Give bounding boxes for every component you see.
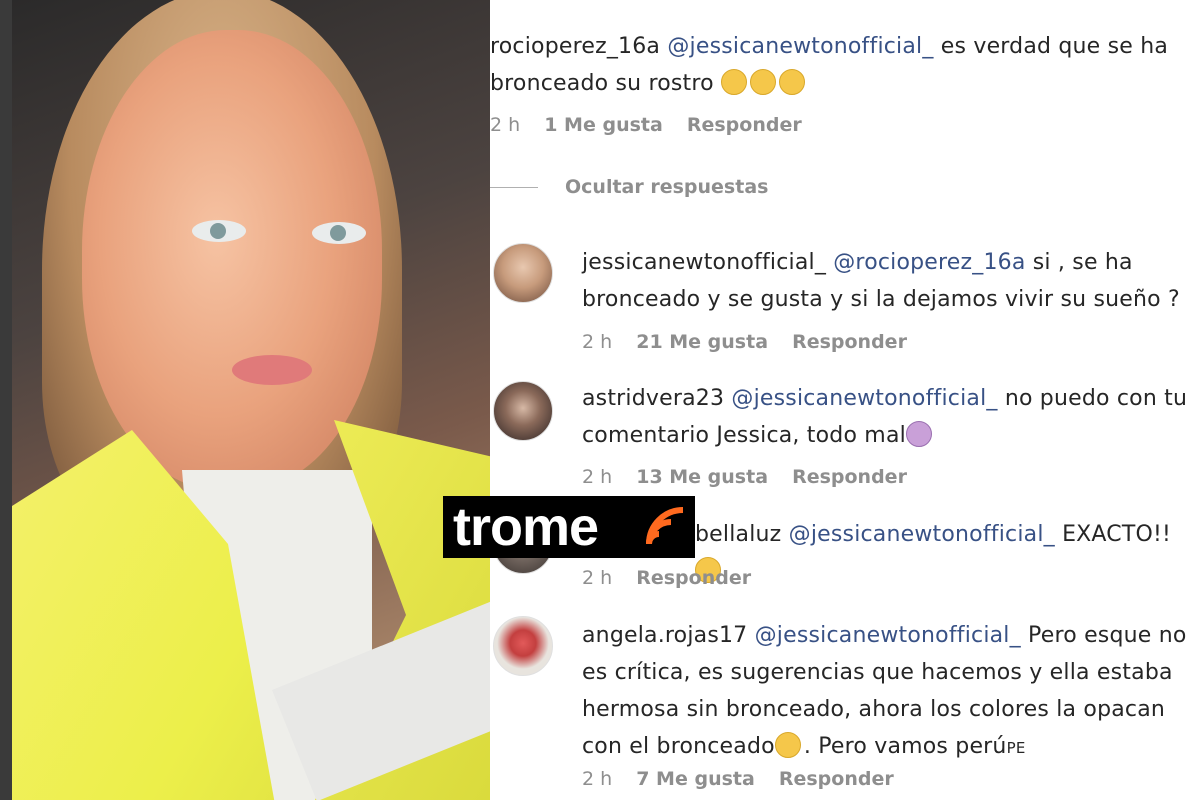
avatar[interactable]	[493, 243, 553, 303]
reply-button[interactable]: Responder	[792, 466, 907, 488]
reply-time: 2 h	[582, 567, 613, 589]
comment-body-line2: bronceado su rostro	[490, 71, 714, 96]
crying-face-emoji	[750, 69, 776, 95]
comment-username[interactable]: rocioperez_16a	[490, 34, 660, 59]
comment-time: 2 h	[490, 114, 521, 136]
reply-time: 2 h	[582, 466, 613, 488]
profile-photo	[12, 0, 490, 800]
reply-text: angela.rojas17 @jessicanewtonofficial_ P…	[582, 617, 1192, 767]
photo-eye-right	[312, 222, 366, 244]
comment-main-text: rocioperez_16a @jessicanewtonofficial_ e…	[490, 28, 1190, 102]
likes-count[interactable]: 13 Me gusta	[636, 466, 768, 488]
reply-text: bellaluz @jessicanewtonofficial_ EXACTO!…	[695, 516, 1200, 590]
avatar[interactable]	[493, 616, 553, 676]
reply-button[interactable]: Responder	[636, 567, 751, 589]
trome-logo-watermark: trome	[443, 496, 695, 558]
reply-mention[interactable]: @jessicanewtonofficial_	[755, 623, 1021, 648]
logo-text: trome	[453, 497, 599, 557]
hide-replies-divider	[490, 187, 538, 188]
reply-username[interactable]: angela.rojas17	[582, 623, 747, 648]
reply-username[interactable]: bellaluz	[695, 522, 781, 547]
reply-username[interactable]: jessicanewtonofficial_	[582, 250, 826, 275]
photo-lips	[232, 355, 312, 385]
signal-arcs-icon	[646, 507, 684, 545]
reply-body: si , se ha	[1032, 250, 1133, 275]
reply-mention[interactable]: @rocioperez_16a	[833, 250, 1025, 275]
reply-body: no puedo con tu	[1004, 386, 1188, 411]
reply-body-line2: comentario Jessica, todo mal	[582, 423, 906, 448]
confused-face-emoji	[774, 732, 801, 758]
crying-face-emoji	[721, 69, 747, 95]
comment-body: es verdad que se ha	[940, 34, 1169, 59]
reply-body-line4-end: . Pero vamos perú	[803, 734, 1007, 759]
reply-username[interactable]: astridvera23	[582, 386, 724, 411]
woman-facepalming-emoji	[905, 421, 932, 447]
reply-button[interactable]: Responder	[779, 768, 894, 790]
reply-text: jessicanewtonofficial_ @rocioperez_16a s…	[582, 244, 1192, 318]
reply-body: EXACTO!!	[1062, 522, 1172, 547]
reply-button[interactable]: Responder	[687, 114, 802, 136]
reply-time: 2 h	[582, 768, 613, 790]
reply-body-line2: es crítica, es sugerencias que hacemos y…	[582, 660, 1173, 685]
likes-count[interactable]: 7 Me gusta	[636, 768, 755, 790]
photo-eye-left	[192, 220, 246, 242]
reply-meta: 2 h 13 Me gusta Responder	[582, 466, 925, 488]
reply-meta: 2 h Responder	[582, 567, 769, 589]
crying-face-emoji	[779, 69, 805, 95]
reply-button[interactable]: Responder	[792, 331, 907, 353]
reply-mention[interactable]: @jessicanewtonofficial_	[789, 522, 1055, 547]
reply-meta: 2 h 21 Me gusta Responder	[582, 331, 925, 353]
reply-mention[interactable]: @jessicanewtonofficial_	[731, 386, 997, 411]
reply-body-line3: hermosa sin bronceado, ahora los colores…	[582, 697, 1166, 722]
reply-body-line4-suffix: PE	[1006, 739, 1026, 757]
comment-mention[interactable]: @jessicanewtonofficial_	[667, 34, 933, 59]
reply-body-line2: bronceado y se gusta y si la dejamos viv…	[582, 287, 1180, 312]
left-edge-bar	[0, 0, 12, 800]
comments-panel: rocioperez_16a @jessicanewtonofficial_ e…	[490, 0, 1200, 800]
likes-count[interactable]: 1 Me gusta	[544, 114, 663, 136]
avatar[interactable]	[493, 381, 553, 441]
reply-text: astridvera23 @jessicanewtonofficial_ no …	[582, 380, 1192, 454]
reply-time: 2 h	[582, 331, 613, 353]
likes-count[interactable]: 21 Me gusta	[636, 331, 768, 353]
reply-body-line4: con el bronceado	[582, 734, 775, 759]
reply-meta: 2 h 7 Me gusta Responder	[582, 768, 912, 790]
reply-body: Pero esque no	[1028, 623, 1187, 648]
hide-replies-button[interactable]: Ocultar respuestas	[565, 176, 768, 198]
comment-meta: 2 h 1 Me gusta Responder	[490, 114, 820, 136]
